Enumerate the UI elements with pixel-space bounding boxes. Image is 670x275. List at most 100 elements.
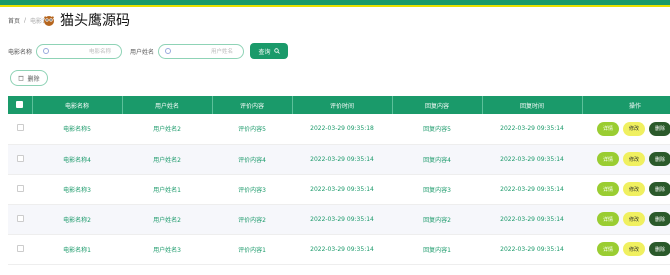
select-all-checkbox[interactable] xyxy=(16,100,24,108)
row-checkbox[interactable] xyxy=(16,244,24,252)
view-button-label: 详情 xyxy=(603,126,614,133)
view-button[interactable]: 详情 xyxy=(597,182,620,196)
time-cell: 2022-03-29 09:35:18 xyxy=(310,125,374,133)
breadcrumb-home[interactable]: 首页 xyxy=(8,16,20,25)
user-name-label: 用户姓名 xyxy=(130,48,155,56)
watermark: 猫头鹰源码 xyxy=(42,10,130,30)
reply-cell: 回复内容2 xyxy=(423,216,451,224)
edit-button-label: 修改 xyxy=(629,126,640,133)
view-button-label: 详情 xyxy=(603,216,614,223)
column-header[interactable]: 回复内容 xyxy=(392,96,483,114)
column-header[interactable]: 用户姓名 xyxy=(122,96,213,114)
row-checkbox[interactable] xyxy=(16,154,24,162)
time-cell: 2022-03-29 09:35:14 xyxy=(310,185,374,193)
delete-button[interactable]: 删除 xyxy=(649,152,670,166)
movie-name-cell: 电影名称5 xyxy=(63,126,91,134)
trash-icon xyxy=(18,75,24,81)
user-name-input[interactable]: 用户姓名 xyxy=(158,43,245,59)
view-button[interactable]: 详情 xyxy=(597,212,620,226)
edit-button-label: 修改 xyxy=(629,246,640,253)
reply-time-cell: 2022-03-29 09:35:14 xyxy=(500,155,564,163)
row-checkbox[interactable] xyxy=(16,214,24,222)
column-header[interactable]: 电影名称 xyxy=(32,96,123,114)
movie-name-cell: 电影名称1 xyxy=(63,246,91,254)
batch-delete-button[interactable]: 删除 xyxy=(10,70,48,86)
edit-button[interactable]: 修改 xyxy=(623,152,646,166)
movie-name-label: 电影名称 xyxy=(8,48,33,56)
reply-cell: 回复内容3 xyxy=(423,186,451,194)
reply-time-cell: 2022-03-29 09:35:14 xyxy=(500,125,564,133)
column-header[interactable]: 评价时间 xyxy=(292,96,393,114)
column-header[interactable]: 回复时间 xyxy=(482,96,583,114)
delete-button-label: 删除 xyxy=(655,126,666,133)
edit-button[interactable]: 修改 xyxy=(623,242,646,256)
select-all-cell xyxy=(8,96,33,114)
reply-time-cell: 2022-03-29 09:35:14 xyxy=(500,185,564,193)
delete-button[interactable]: 删除 xyxy=(649,121,670,136)
user-name-cell: 用户姓名2 xyxy=(153,126,181,134)
edit-button-label: 修改 xyxy=(629,186,640,193)
table-row: 电影名称1 用户姓名3 评价内容1 2022-03-29 09:35:14 回复… xyxy=(8,234,670,264)
comments-table: 电影名称 用户姓名 评价内容 评价时间 回复内容 回复时间 操作 电影名称5 用… xyxy=(8,96,670,265)
search-icon xyxy=(273,48,280,54)
column-header: 操作 xyxy=(582,96,670,114)
table-row: 电影名称2 用户姓名2 评价内容2 2022-03-29 09:35:14 回复… xyxy=(8,204,670,234)
view-button[interactable]: 详情 xyxy=(597,121,620,136)
delete-button[interactable]: 删除 xyxy=(649,182,670,196)
top-accent-stripe xyxy=(0,5,670,7)
table-row: 电影名称3 用户姓名1 评价内容3 2022-03-29 09:35:14 回复… xyxy=(8,174,670,204)
batch-delete-label: 删除 xyxy=(27,75,40,83)
view-button-label: 详情 xyxy=(603,186,614,193)
reply-time-cell: 2022-03-29 09:35:14 xyxy=(500,245,564,253)
content-cell: 评价内容5 xyxy=(238,126,266,134)
owl-logo-icon xyxy=(44,16,54,26)
movie-name-cell: 电影名称2 xyxy=(63,216,91,224)
delete-button-label: 删除 xyxy=(655,216,666,223)
movie-name-cell: 电影名称4 xyxy=(63,156,91,164)
view-button-label: 详情 xyxy=(603,246,614,253)
row-checkbox[interactable] xyxy=(16,124,24,132)
view-button[interactable]: 详情 xyxy=(597,242,620,256)
table-row: 电影名称5 用户姓名2 评价内容5 2022-03-29 09:35:18 回复… xyxy=(8,114,670,144)
user-name-cell: 用户姓名3 xyxy=(153,246,181,254)
breadcrumb-separator: / xyxy=(24,16,27,24)
user-name-placeholder: 用户姓名 xyxy=(211,49,234,55)
reply-cell: 回复内容5 xyxy=(423,126,451,134)
column-header[interactable]: 评价内容 xyxy=(212,96,293,114)
reply-cell: 回复内容1 xyxy=(423,246,451,254)
time-cell: 2022-03-29 09:35:14 xyxy=(310,245,374,253)
search-icon xyxy=(43,48,50,54)
edit-button[interactable]: 修改 xyxy=(623,212,646,226)
watermark-text: 猫头鹰源码 xyxy=(60,13,130,29)
content-cell: 评价内容2 xyxy=(238,216,266,224)
content-cell: 评价内容4 xyxy=(238,156,266,164)
delete-button[interactable]: 删除 xyxy=(649,212,670,226)
movie-name-placeholder: 电影名称 xyxy=(89,49,112,55)
reply-cell: 回复内容4 xyxy=(423,156,451,164)
delete-button-label: 删除 xyxy=(655,156,666,163)
edit-button[interactable]: 修改 xyxy=(623,121,646,136)
view-button[interactable]: 详情 xyxy=(597,152,620,166)
delete-button[interactable]: 删除 xyxy=(649,242,670,256)
reply-time-cell: 2022-03-29 09:35:14 xyxy=(500,215,564,223)
user-name-cell: 用户姓名1 xyxy=(153,186,181,194)
row-checkbox[interactable] xyxy=(16,184,24,192)
search-icon xyxy=(165,48,172,54)
content-cell: 评价内容1 xyxy=(238,246,266,254)
search-form: 电影名称 电影名称 用户姓名 用户姓名 查询 xyxy=(8,42,289,60)
search-button[interactable]: 查询 xyxy=(250,43,289,59)
movie-name-cell: 电影名称3 xyxy=(63,186,91,194)
table-row: 电影名称4 用户姓名2 评价内容4 2022-03-29 09:35:14 回复… xyxy=(8,144,670,174)
user-name-cell: 用户姓名2 xyxy=(153,216,181,224)
edit-button-label: 修改 xyxy=(629,156,640,163)
edit-button[interactable]: 修改 xyxy=(623,182,646,196)
search-button-label: 查询 xyxy=(258,48,271,56)
content-cell: 评价内容3 xyxy=(238,186,266,194)
view-button-label: 详情 xyxy=(603,156,614,163)
user-name-cell: 用户姓名2 xyxy=(153,156,181,164)
delete-button-label: 删除 xyxy=(655,246,666,253)
time-cell: 2022-03-29 09:35:14 xyxy=(310,215,374,223)
table-header-row: 电影名称 用户姓名 评价内容 评价时间 回复内容 回复时间 操作 xyxy=(8,96,670,114)
movie-name-input[interactable]: 电影名称 xyxy=(36,43,123,59)
delete-button-label: 删除 xyxy=(655,186,666,193)
